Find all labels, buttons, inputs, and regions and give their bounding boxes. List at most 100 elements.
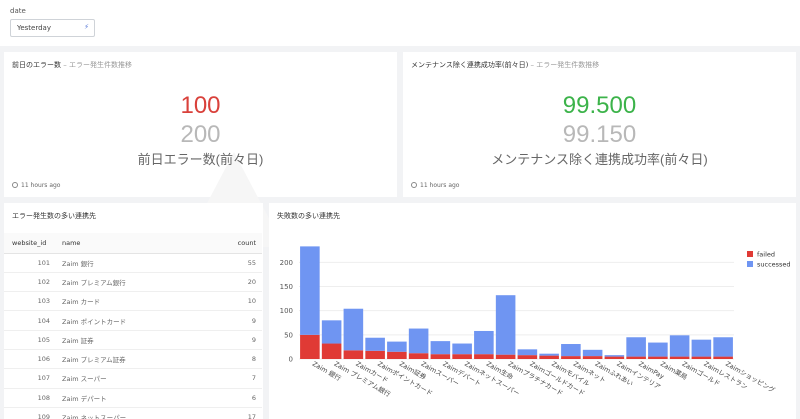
bar-failed[interactable] (582, 356, 603, 359)
bar-failed[interactable] (430, 354, 451, 359)
bar-failed[interactable] (387, 351, 407, 359)
bar-successed[interactable] (300, 246, 320, 335)
card-title: エラー発生数の多い連携先 (12, 212, 96, 220)
cell-website-id: 106 (4, 349, 56, 370)
table-row: 104 Zaim ポイントカード 9 (4, 310, 262, 331)
bar-successed[interactable] (582, 349, 603, 357)
column-header-count[interactable]: count (206, 233, 262, 254)
cell-count: 55 (206, 253, 262, 273)
cell-website-id: 101 (4, 253, 56, 273)
bar-successed[interactable] (495, 295, 516, 355)
table-row: 106 Zaim プレミアム証券 8 (4, 349, 262, 370)
kpi-value: 100 (180, 92, 221, 119)
bar-successed[interactable] (408, 328, 429, 354)
cell-name: Zaim スーパー (56, 368, 206, 389)
y-tick-label: 50 (284, 331, 293, 339)
cell-name: Zaim 証券 (56, 330, 206, 350)
cell-name: Zaim ネットスーパー (56, 407, 206, 419)
card-title: メンテナンス除く連携成功率(前々日) – エラー発生件数推移 (411, 61, 600, 69)
table-row: 108 Zaim デパート 6 (4, 388, 262, 408)
cell-count: 10 (206, 291, 262, 312)
bar-failed[interactable] (474, 354, 494, 359)
kpi-previous-value: 200 (180, 121, 221, 148)
bar-successed[interactable] (604, 355, 625, 357)
table-row: 109 Zaim ネットスーパー 17 (4, 407, 262, 419)
table-row: 105 Zaim 証券 9 (4, 330, 262, 350)
legend-label: successed (757, 261, 791, 269)
bar-successed[interactable] (669, 335, 690, 357)
kpi-caption: 前日エラー数(前々日) (137, 152, 264, 167)
bar-successed[interactable] (321, 320, 342, 344)
bar-failed[interactable] (321, 343, 342, 359)
cell-count: 6 (206, 388, 262, 408)
bar-successed[interactable] (626, 337, 646, 357)
clock-icon (411, 182, 417, 188)
cell-website-id: 102 (4, 272, 56, 293)
cell-count: 9 (206, 330, 262, 350)
bar-failed[interactable] (452, 354, 472, 359)
y-tick-label: 100 (280, 307, 293, 315)
bar-successed[interactable] (474, 330, 494, 355)
cell-website-id: 109 (4, 407, 56, 419)
cell-count: 9 (206, 310, 262, 331)
bar-failed[interactable] (495, 354, 516, 359)
bar-failed[interactable] (691, 356, 712, 359)
cell-count: 7 (206, 368, 262, 389)
card-title: 前日のエラー数 – エラー発生件数推移 (12, 61, 132, 69)
table-row: 101 Zaim 銀行 55 (4, 253, 262, 273)
bar-failed[interactable] (669, 356, 690, 359)
last-updated: 11 hours ago (411, 182, 459, 189)
lightning-icon: ⚡ (84, 23, 89, 31)
bar-failed[interactable] (539, 355, 559, 359)
bar-failed[interactable] (408, 353, 429, 359)
y-tick-label: 0 (289, 356, 293, 364)
bar-successed[interactable] (517, 349, 538, 356)
cell-name: Zaim 銀行 (56, 253, 206, 273)
bar-failed[interactable] (365, 350, 385, 359)
kpi-caption: メンテナンス除く連携成功率(前々日) (491, 152, 708, 167)
bar-failed[interactable] (517, 355, 538, 359)
bar-successed[interactable] (365, 337, 385, 351)
bar-successed[interactable] (387, 341, 407, 352)
bar-successed[interactable] (343, 308, 364, 351)
cell-website-id: 104 (4, 310, 56, 331)
bar-successed[interactable] (648, 342, 668, 357)
bar-failed[interactable] (713, 356, 733, 359)
bar-successed[interactable] (691, 339, 712, 357)
legend-swatch (747, 261, 753, 267)
bar-failed[interactable] (343, 350, 364, 359)
cell-website-id: 108 (4, 388, 56, 408)
cell-name: Zaim プレミアム銀行 (56, 272, 206, 293)
kpi-previous-value: 99.150 (562, 121, 637, 148)
column-header-name[interactable]: name (56, 233, 206, 254)
cell-count: 17 (206, 407, 262, 419)
bar-successed[interactable] (713, 337, 733, 357)
cell-name: Zaim ポイントカード (56, 310, 206, 331)
failure-bar-chart: 050100150200 Zaim 銀行Zaim プレミアム銀行ZaimカードZ… (280, 246, 791, 399)
bar-failed[interactable] (626, 356, 646, 359)
kpi-card-error-count: 前日のエラー数 – エラー発生件数推移 100 200 前日エラー数(前々日) … (4, 52, 397, 247)
bar-successed[interactable] (452, 343, 472, 355)
cell-name: Zaim デパート (56, 388, 206, 408)
y-tick-label: 150 (280, 283, 293, 291)
cell-name: Zaim カード (56, 291, 206, 312)
bar-failed[interactable] (300, 334, 320, 359)
cell-website-id: 105 (4, 330, 56, 350)
bar-successed[interactable] (561, 344, 581, 357)
error-table: website_id name count 101 Zaim 銀行 55 102 Za… (4, 233, 262, 419)
table-row: 102 Zaim プレミアム銀行 20 (4, 272, 262, 293)
bar-failed[interactable] (561, 356, 581, 359)
bar-failed[interactable] (604, 356, 625, 359)
bar-successed[interactable] (539, 353, 559, 356)
error-table-card: エラー発生数の多い連携先 website_id name count 101 Za… (4, 203, 263, 419)
date-filter-select[interactable]: Yesterday ⚡ (10, 19, 95, 37)
y-tick-label: 200 (280, 259, 293, 267)
bar-successed[interactable] (430, 341, 451, 355)
clock-icon (12, 182, 18, 188)
bar-failed[interactable] (648, 356, 668, 359)
table-row: 103 Zaim カード 10 (4, 291, 262, 312)
table-header-row: website_id name count (4, 233, 262, 254)
filter-bar: date Yesterday ⚡ (0, 0, 800, 46)
cell-count: 20 (206, 272, 262, 293)
column-header-website-id[interactable]: website_id (4, 233, 56, 254)
